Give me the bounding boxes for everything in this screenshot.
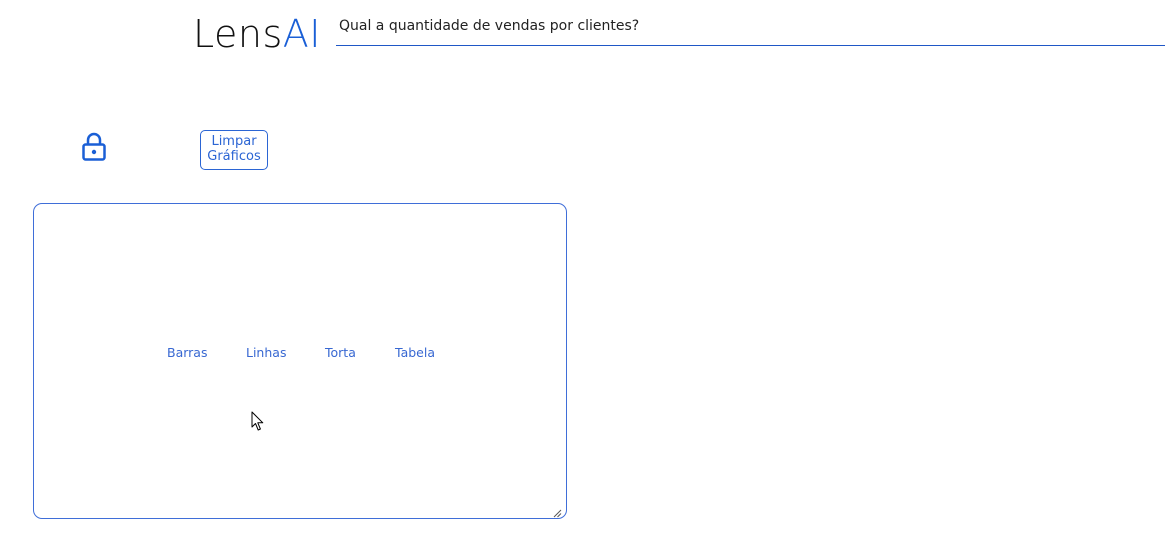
logo-ai-text: AI <box>282 12 321 56</box>
chart-type-table[interactable]: Tabela <box>395 345 435 360</box>
resize-handle-icon[interactable] <box>553 505 562 518</box>
app-root: LensAI Limpar Gráficos Barras Linhas Tor… <box>0 0 1165 542</box>
chart-type-menu: Barras Linhas Torta Tabela <box>34 345 566 361</box>
lock-icon[interactable] <box>80 131 108 163</box>
chart-panel: Barras Linhas Torta Tabela <box>33 203 567 519</box>
query-input[interactable] <box>336 8 1165 44</box>
lensai-logo: LensAI <box>193 10 321 58</box>
clear-charts-label-line2: Gráficos <box>207 149 261 164</box>
query-bar <box>336 8 1165 46</box>
chart-type-pie[interactable]: Torta <box>325 345 356 360</box>
chart-type-lines[interactable]: Linhas <box>246 345 286 360</box>
logo-lens-text: Lens <box>193 12 283 56</box>
chart-type-bars[interactable]: Barras <box>167 345 207 360</box>
clear-charts-label-line1: Limpar <box>211 134 257 149</box>
clear-charts-button[interactable]: Limpar Gráficos <box>200 130 268 170</box>
